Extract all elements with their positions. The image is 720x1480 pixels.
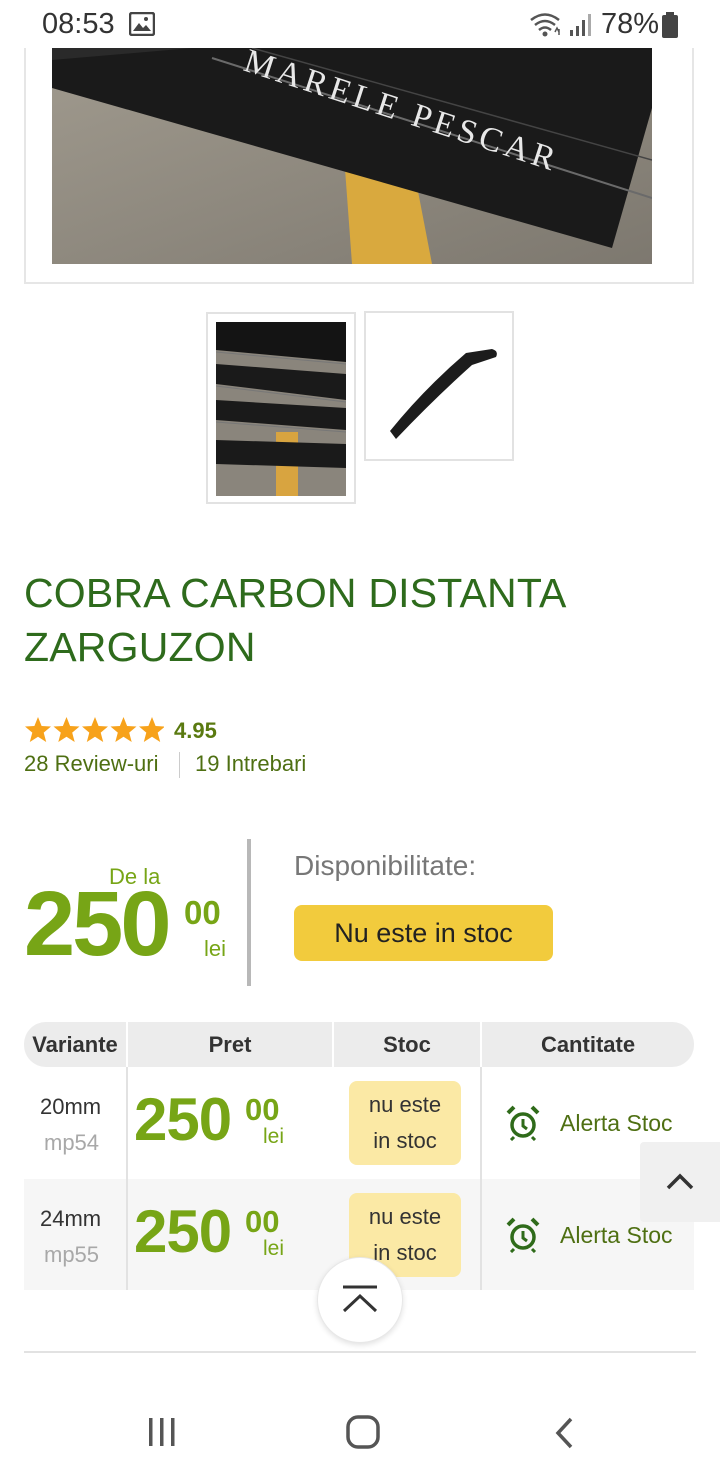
alarm-clock-icon[interactable] xyxy=(506,1217,540,1253)
stock-alert-link[interactable]: Alerta Stoc xyxy=(560,1110,673,1137)
thumbnail-2[interactable] xyxy=(364,311,514,461)
scroll-to-top-icon xyxy=(342,1285,378,1313)
stock-status-line: in stoc xyxy=(373,1128,437,1153)
image-icon xyxy=(129,12,155,36)
availability-label: Disponibilitate: xyxy=(294,850,477,881)
row-price-decimals: 00 xyxy=(245,1092,280,1127)
column-divider xyxy=(126,1067,128,1290)
product-title: COBRA CARBON DISTANTA ZARGUZON xyxy=(24,570,565,670)
column-header-variant: Variante xyxy=(24,1022,126,1067)
variants-table: Variante Pret Stoc Cantitate 20mm mp54 2… xyxy=(24,1022,694,1290)
alarm-clock-icon[interactable] xyxy=(506,1105,540,1141)
price-integer: 250 xyxy=(24,873,171,975)
column-header-stock: Stoc xyxy=(334,1022,480,1067)
section-divider xyxy=(24,1351,696,1353)
thumbnail-1[interactable] xyxy=(206,312,356,504)
questions-link[interactable]: 19 Intrebari xyxy=(195,751,306,777)
status-time: 08:53 xyxy=(42,8,115,40)
row-price-currency: lei xyxy=(263,1237,285,1260)
price-currency: lei xyxy=(204,936,227,961)
row-price-decimals: 00 xyxy=(245,1204,280,1239)
table-row: 20mm mp54 250 00 lei nu este in stoc Ale… xyxy=(24,1067,694,1178)
home-icon[interactable] xyxy=(345,1414,381,1450)
recent-apps-icon[interactable] xyxy=(146,1416,178,1448)
signal-icon xyxy=(570,14,591,36)
rating-divider xyxy=(179,752,180,778)
row-price-integer: 250 xyxy=(134,1086,232,1153)
star-icon xyxy=(25,717,51,742)
star-icon xyxy=(110,717,137,742)
stock-status-line: nu este xyxy=(368,1204,442,1229)
row-price-currency: lei xyxy=(263,1125,285,1148)
row-price-integer: 250 xyxy=(134,1198,232,1265)
scroll-to-top-button[interactable] xyxy=(317,1257,403,1343)
wifi-icon xyxy=(530,13,560,37)
reviews-link[interactable]: 28 Review-uri xyxy=(24,751,159,777)
availability-status-badge: Nu este in stoc xyxy=(294,905,553,961)
star-icon xyxy=(53,717,80,742)
variant-code: mp55 xyxy=(44,1242,100,1267)
variant-size: 24mm xyxy=(40,1206,102,1231)
stock-status-line: nu este xyxy=(368,1092,442,1117)
chevron-up-icon xyxy=(666,1173,694,1190)
column-header-price: Pret xyxy=(128,1022,332,1067)
battery-percentage: 78% xyxy=(601,8,660,40)
battery-icon xyxy=(662,12,678,38)
column-header-quantity: Cantitate xyxy=(482,1022,694,1067)
status-bar: 08:53 78% xyxy=(0,0,720,50)
navigation-bar xyxy=(0,1384,720,1480)
back-icon[interactable] xyxy=(552,1416,576,1450)
star-icon xyxy=(139,717,165,742)
product-main-image[interactable]: MARELE PESCAR xyxy=(52,48,652,264)
variant-size: 20mm xyxy=(40,1094,102,1119)
stock-alert-link[interactable]: Alerta Stoc xyxy=(560,1222,673,1249)
star-icon xyxy=(82,717,108,742)
column-divider xyxy=(480,1067,482,1290)
rating-stars[interactable] xyxy=(24,716,165,751)
price-decimals: 00 xyxy=(184,894,221,931)
variant-code: mp54 xyxy=(44,1130,100,1155)
rating-value: 4.95 xyxy=(174,718,217,743)
scroll-up-button[interactable] xyxy=(640,1142,720,1222)
price-divider xyxy=(247,839,251,986)
stock-status-badge: nu este in stoc xyxy=(349,1081,461,1165)
